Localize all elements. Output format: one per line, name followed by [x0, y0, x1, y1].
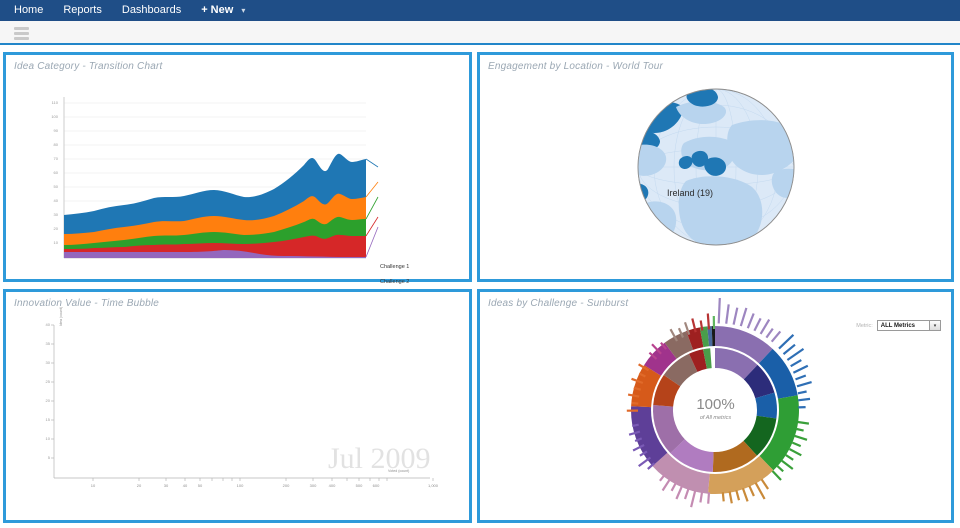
legend-label-challenge-2[interactable]: Challenge 2: [380, 279, 409, 285]
bubble-x-tick-20: 20: [136, 483, 142, 488]
panel-sunburst[interactable]: Ideas by Challenge - Sunburst Metric: AL…: [477, 289, 954, 523]
bubble-y-tick-40: 40: [45, 322, 50, 327]
bubble-y-tick-25: 25: [45, 379, 50, 384]
y-tick-40: 40: [53, 198, 58, 203]
sub-toolbar: [0, 21, 960, 45]
y-tick-60: 60: [53, 170, 58, 175]
bubble-x-tick-100: 100: [236, 483, 244, 488]
y-tick-10: 10: [53, 240, 58, 245]
panel-time-bubble[interactable]: Innovation Value - Time Bubble 40 35 30 …: [3, 289, 472, 523]
bubble-x-tick-200: 200: [282, 483, 290, 488]
transition-chart-body: 110 100 90 80 70 60 50 40 30 20 10 Chall…: [6, 55, 469, 323]
sunburst-center-subtitle: of All metrics: [699, 415, 732, 421]
new-button[interactable]: + New: [201, 0, 233, 21]
nav-item-dashboards[interactable]: Dashboards: [122, 0, 181, 21]
legend-label-challenge-1[interactable]: Challenge 1: [380, 264, 409, 270]
y-tick-100: 100: [51, 114, 58, 119]
globe-svg[interactable]: [480, 55, 951, 279]
y-tick-30: 30: [53, 212, 58, 217]
bubble-x-tick-10: 10: [90, 483, 96, 488]
bubble-x-tick-500: 500: [355, 483, 363, 488]
bubble-y-tick-5: 5: [47, 455, 50, 460]
chevron-down-icon[interactable]: ▾: [241, 0, 245, 21]
nav-item-home[interactable]: Home: [14, 0, 43, 21]
y-tick-110: 110: [51, 100, 58, 105]
bubble-x-tick-50: 50: [197, 483, 203, 488]
legend-line-2: [365, 181, 379, 198]
bubble-x-ticks: [92, 478, 434, 481]
panel-world-tour[interactable]: Engagement by Location - World Tour Irel…: [477, 52, 954, 282]
legend-line-1: [365, 158, 379, 168]
bubble-y-ticks: [51, 324, 54, 459]
bubble-y-tick-35: 35: [45, 341, 50, 346]
globe-body: Ireland (19): [480, 55, 951, 279]
legend-line-4: [365, 216, 379, 237]
bubble-y-tick-10: 10: [45, 436, 50, 441]
y-tick-50: 50: [53, 184, 58, 189]
bubble-y-tick-15: 15: [45, 417, 50, 422]
y-tick-20: 20: [53, 226, 58, 231]
hamburger-icon[interactable]: [14, 27, 29, 40]
bubble-x-tick-30: 30: [163, 483, 169, 488]
y-tick-90: 90: [53, 128, 58, 133]
bubble-x-tick-40: 40: [182, 483, 188, 488]
bubble-x-tick-600: 600: [372, 483, 380, 488]
legend-line-5: [365, 226, 379, 258]
bubble-y-tick-20: 20: [45, 398, 50, 403]
dashboard-page: Home Reports Dashboards + New ▾ Idea Cat…: [0, 0, 960, 528]
bubble-y-tick-30: 30: [45, 360, 50, 365]
bubble-date-watermark: Jul 2009: [328, 442, 431, 475]
globe-country-tooltip: Ireland (19): [667, 188, 714, 198]
bubble-y-axis-title: Idea (count): [59, 306, 63, 326]
bubble-x-tick-300: 300: [309, 483, 317, 488]
y-tick-80: 80: [53, 142, 58, 147]
bubble-x-tick-1000: 1,000: [427, 483, 439, 488]
bubble-chart-body: 40 35 30 25 20 15 10 5 10 20 30 40 50 10…: [6, 292, 469, 520]
transition-chart-svg: [63, 97, 379, 259]
legend-line-3: [365, 196, 379, 220]
top-navbar: Home Reports Dashboards + New ▾: [0, 0, 960, 21]
bubble-x-tick-400: 400: [328, 483, 336, 488]
y-tick-70: 70: [53, 156, 58, 161]
sunburst-body: 100% of All metrics: [480, 292, 951, 520]
panel-transition-chart[interactable]: Idea Category - Transition Chart 110 100…: [3, 52, 472, 323]
sunburst-center-percent: 100%: [696, 396, 735, 413]
nav-item-reports[interactable]: Reports: [63, 0, 102, 21]
globe-landmasses: [638, 89, 794, 245]
